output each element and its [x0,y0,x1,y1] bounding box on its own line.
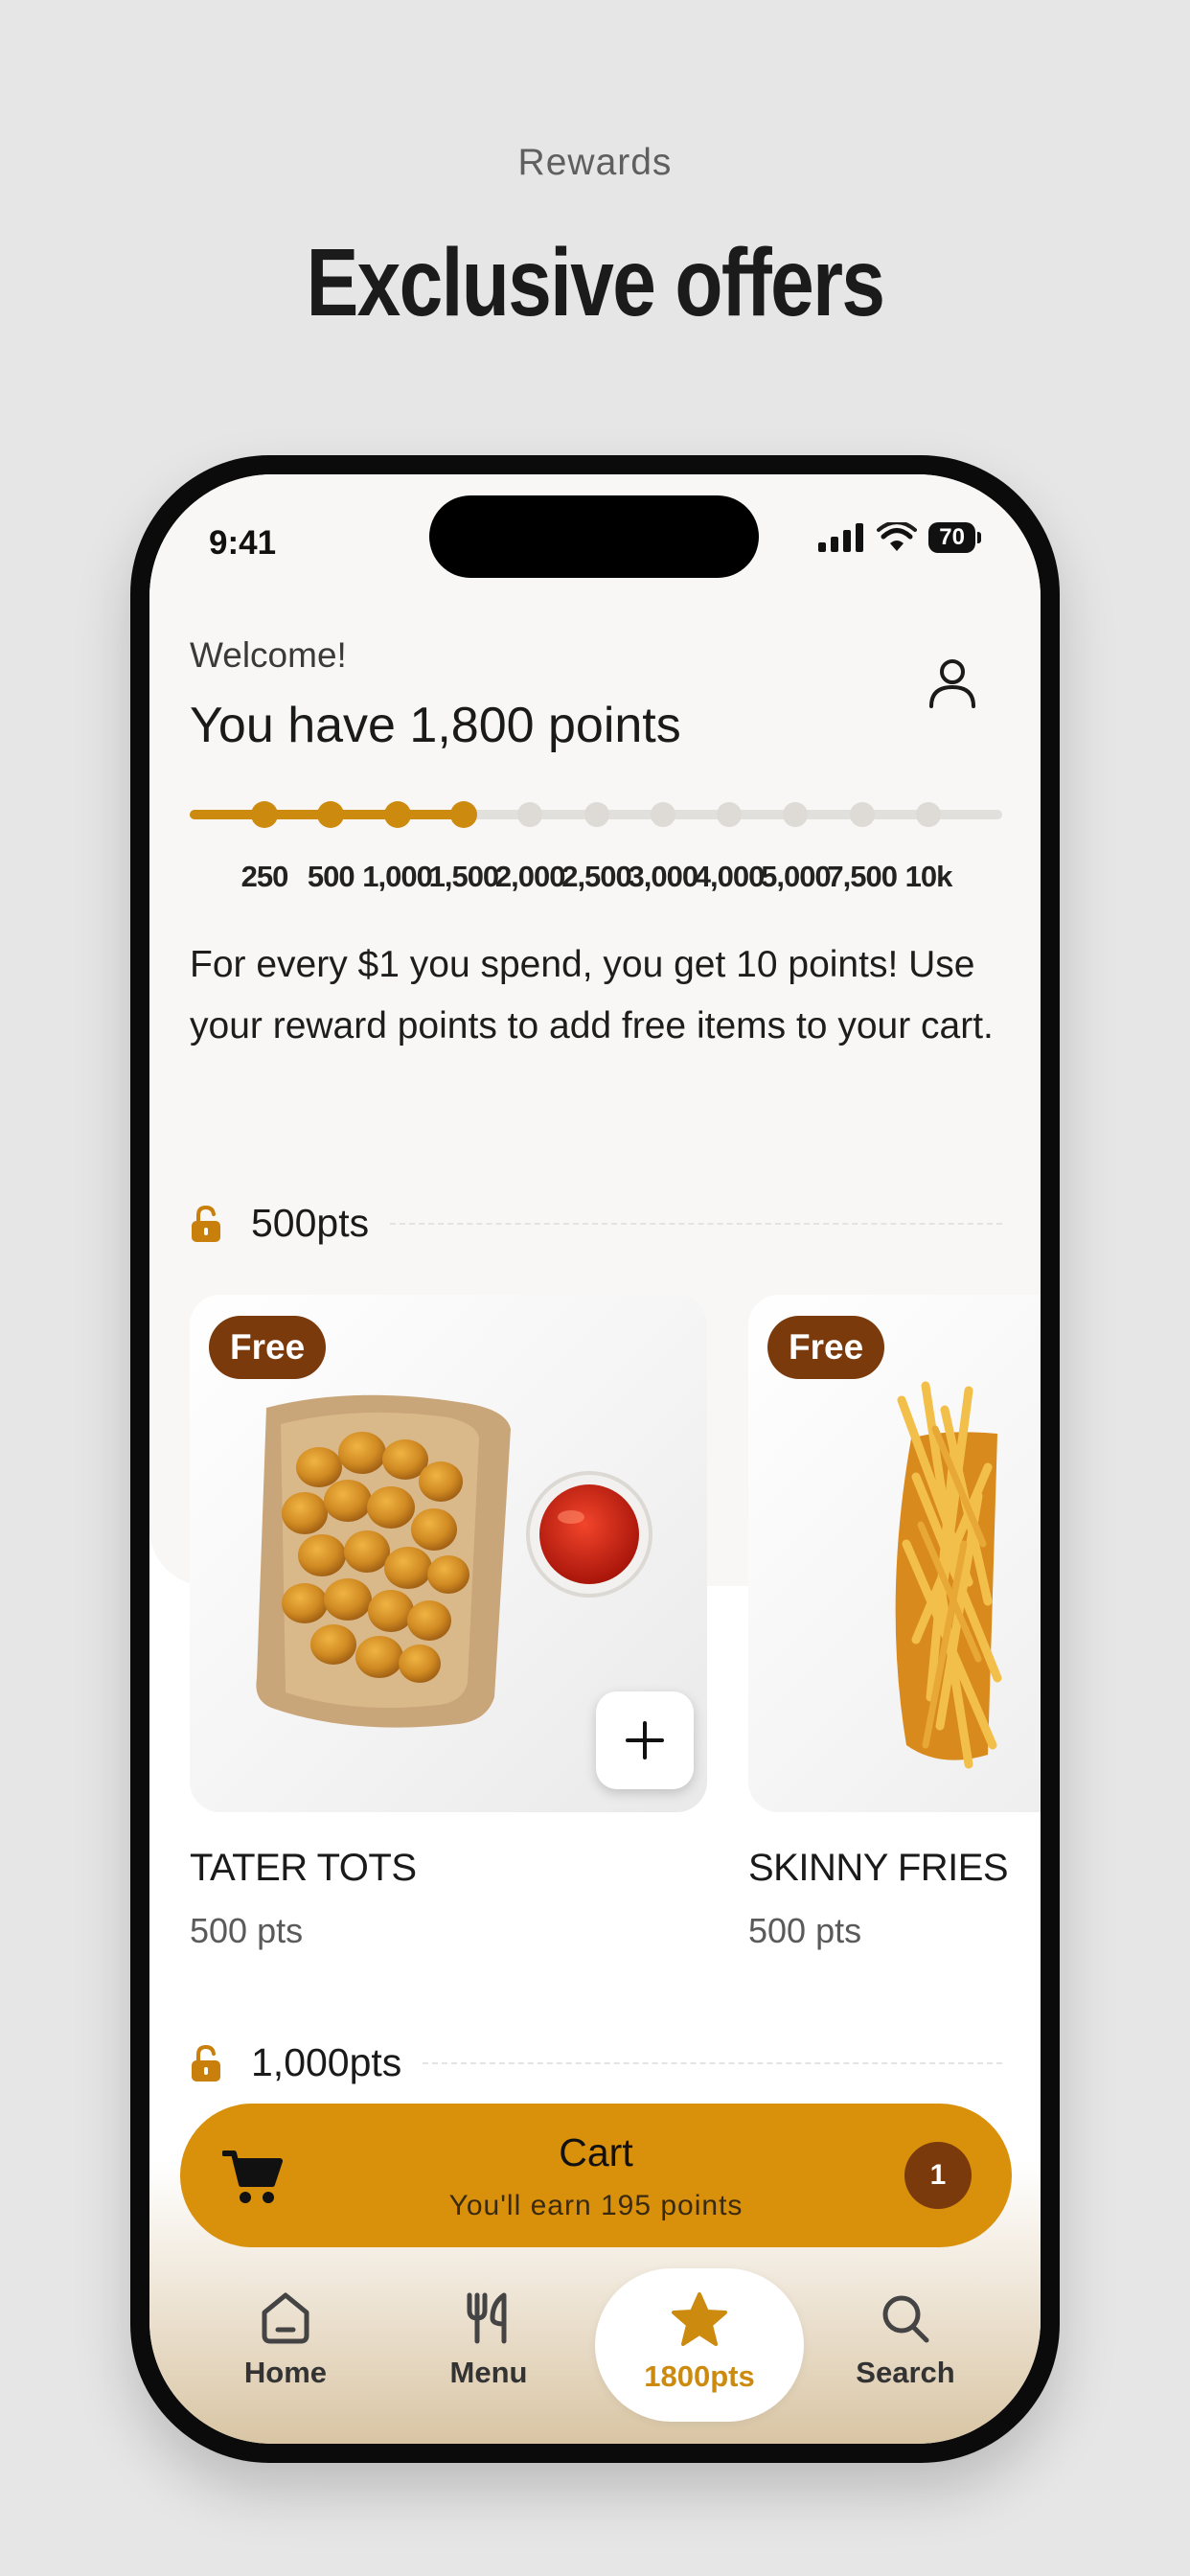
home-icon [262,2292,309,2344]
cart-title: Cart [559,2130,633,2174]
add-item-button[interactable] [596,1691,694,1789]
item-points: 500 pts [190,1911,304,1950]
tab-search[interactable]: Search [810,2266,1001,2429]
app-screen: 9:41 70 Welcome! You have 1,800 points 2… [149,474,1041,2444]
tab-label: 1800pts [644,2359,755,2393]
product-image: Free [190,1295,707,1812]
person-icon[interactable] [924,655,981,712]
signal-icon [818,523,864,552]
milestone-dot [517,802,543,827]
wifi-icon [877,522,918,551]
cart-earn-text: You'll earn 195 points [448,2190,744,2221]
reward-item-card[interactable]: Free SKINNY FRIES 500 pts [748,1295,1041,1951]
tab-bar: Home Menu 1800pts Search [149,2266,1041,2429]
section-500pts: 500pts [190,1201,1002,1246]
rewards-info-text: For every $1 you spend, you get 10 point… [190,944,994,1046]
free-badge: Free [209,1316,327,1379]
cart-button[interactable]: Cart You'll earn 195 points 1 [180,2104,1012,2247]
unlock-icon [192,1205,220,1242]
tab-label: Search [856,2356,955,2389]
reward-item-card[interactable]: Free TATER TOTS 500 pts [190,1295,707,1951]
tab-label: Home [243,2356,328,2389]
status-time: 9:41 [209,524,277,562]
tab-rewards[interactable]: 1800pts [595,2268,804,2422]
section-label: 500pts [251,1201,370,1245]
tab-label: Menu [449,2356,528,2389]
points-progress-bar: 250 500 1,000 1,500 2,000 2,500 3,000 4,000 5,00… [190,801,1002,893]
dynamic-island [429,495,759,578]
milestone-dot [251,801,278,828]
milestone-dot [717,802,743,827]
milestone-label: 10k [904,860,953,893]
milestone-dot [916,802,941,827]
milestone-dot [383,801,411,828]
plus-icon [626,1721,664,1760]
section-label: 1,000pts [251,2040,402,2084]
welcome-text: Welcome! [190,635,347,675]
item-name: TATER TOTS [190,1847,417,1889]
milestone-dot [584,802,609,827]
search-icon [882,2295,929,2343]
milestone-dot [650,802,675,827]
item-name: SKINNY FRIES [748,1847,1009,1889]
battery-indicator: 70 [928,522,981,553]
item-points: 500 pts [748,1911,862,1950]
milestone-dot [849,802,875,827]
battery-level: 70 [928,522,975,553]
tab-menu[interactable]: Menu [393,2266,584,2429]
unlock-icon [192,2044,220,2082]
star-icon [672,2292,727,2346]
product-image: Free [748,1295,1041,1812]
page-headline: Exclusive offers [306,229,885,336]
free-badge: Free [767,1316,885,1379]
tab-home[interactable]: Home [190,2266,381,2429]
page-eyebrow: Rewards [517,142,673,183]
phone-frame: 9:41 70 Welcome! You have 1,800 points 2… [130,455,1060,2463]
section-1000pts: 1,000pts [190,2040,1002,2085]
cart-count-badge: 1 [904,2142,972,2209]
utensils-icon [467,2292,507,2344]
points-balance: You have 1,800 points [190,698,681,753]
milestone-dot [449,801,477,828]
